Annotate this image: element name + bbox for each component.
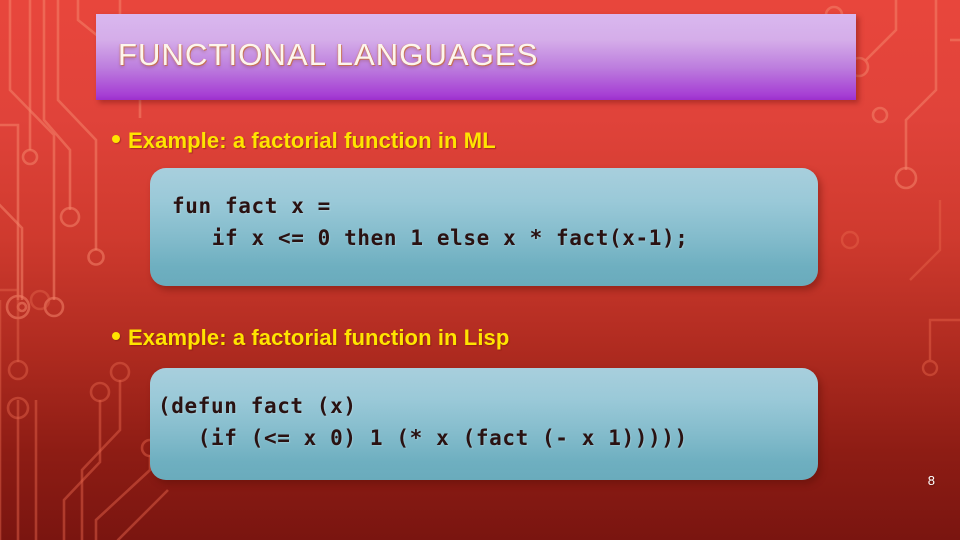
slide-canvas: FUNCTIONAL LANGUAGES Example: a factoria… (0, 0, 960, 540)
bullet-item-lisp: Example: a factorial function in Lisp (112, 325, 509, 351)
code-line: (if (<= x 0) 1 (* x (fact (- x 1))))) (158, 426, 688, 450)
bullet-label: Example: a factorial function in Lisp (128, 325, 510, 350)
code-panel-lisp: (defun fact (x) (if (<= x 0) 1 (* x (fac… (150, 368, 818, 480)
bullet-dot-icon (112, 135, 120, 143)
bullet-item-ml: Example: a factorial function in ML (112, 128, 496, 154)
bullet-dot-icon (112, 332, 120, 340)
code-panel-ml: fun fact x = if x <= 0 then 1 else x * f… (150, 168, 818, 286)
bullet-label: Example: a factorial function in ML (128, 128, 496, 153)
code-line: (defun fact (x) (158, 394, 357, 418)
page-number: 8 (927, 473, 935, 488)
code-line: if x <= 0 then 1 else x * fact(x-1); (172, 226, 689, 250)
page-title: FUNCTIONAL LANGUAGES (118, 37, 539, 72)
code-line: fun fact x = (172, 194, 331, 218)
